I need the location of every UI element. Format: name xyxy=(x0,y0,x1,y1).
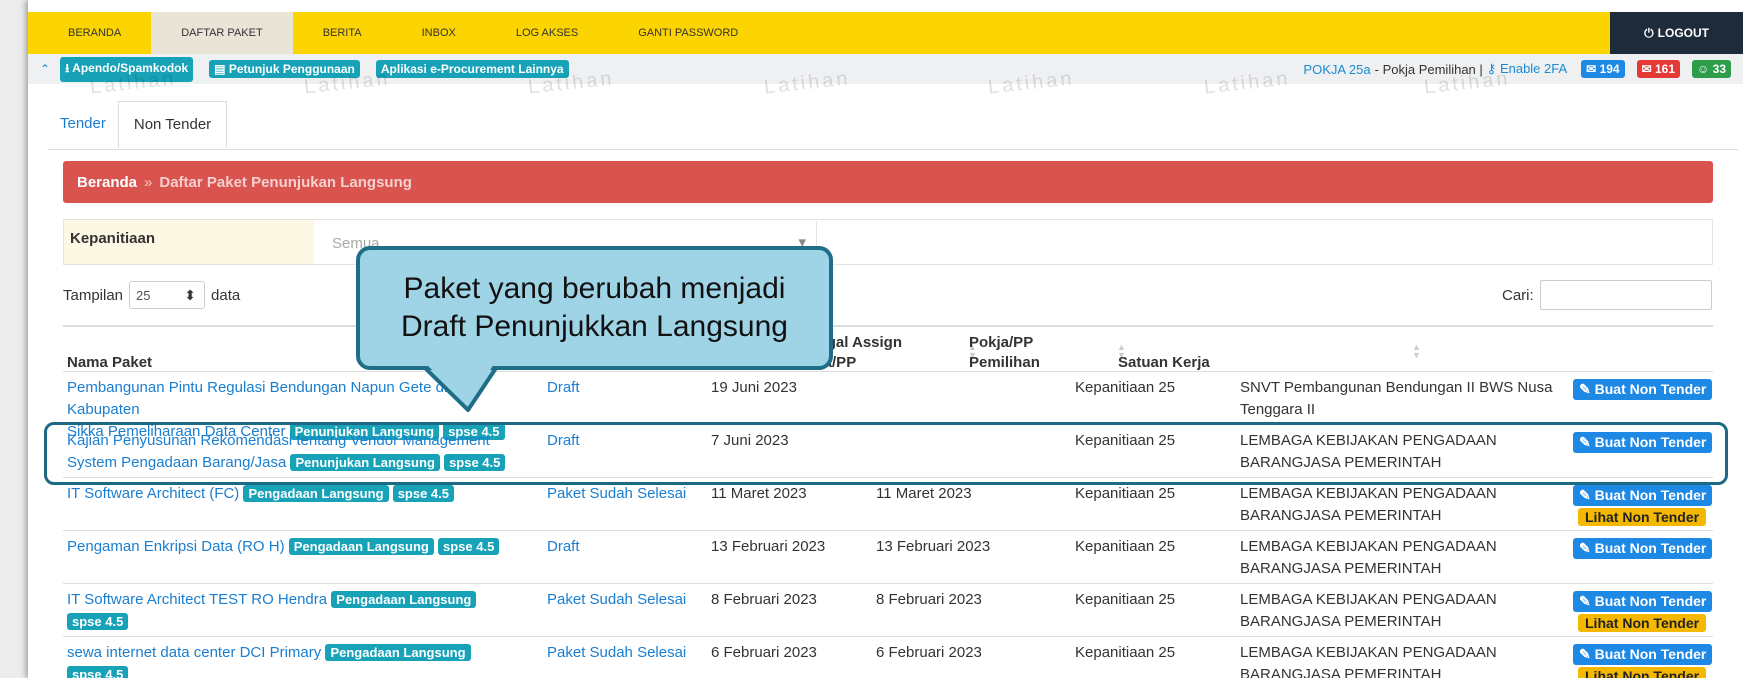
package-link[interactable]: IT Software Architect (FC) xyxy=(67,485,239,502)
row-divider xyxy=(63,583,1713,584)
package-link[interactable]: sewa internet data center DCI Primary xyxy=(67,644,321,661)
table-row-nama-paket: sewa internet data center DCI Primary Pe… xyxy=(67,642,507,678)
status-link[interactable]: Draft xyxy=(547,536,580,558)
tab-tender[interactable]: Tender xyxy=(48,101,118,148)
version-tag: spse 4.5 xyxy=(392,485,455,502)
satuan-kerja-cell: SNVT Pembangunan Bendungan II BWS Nusa Te… xyxy=(1240,379,1553,418)
pokja-link[interactable]: POKJA 25a xyxy=(1303,62,1370,77)
status-link[interactable]: Paket Sudah Selesai xyxy=(547,642,686,664)
search-label: Cari: xyxy=(1502,286,1534,304)
collapse-chevron-icon[interactable]: ⌃ xyxy=(40,62,50,76)
header-pokja[interactable]: Pokja/PP Pemilihan xyxy=(969,333,1059,373)
sort-icon[interactable]: ▲ ▼ xyxy=(1412,343,1421,360)
version-tag: spse 4.5 xyxy=(438,538,500,555)
mail-count-badge[interactable]: ✉ 194 xyxy=(1581,60,1625,78)
lihat-non-tender-button[interactable]: Lihat Non Tender xyxy=(1578,508,1707,526)
row-divider xyxy=(63,530,1713,531)
nav-ganti-password[interactable]: GANTI PASSWORD xyxy=(608,12,768,54)
package-link[interactable]: IT Software Architect TEST RO Hendra xyxy=(67,591,327,608)
table-row-nama-paket: Pengaman Enkripsi Data (RO H) Pengadaan … xyxy=(67,536,507,558)
left-margin xyxy=(0,0,28,678)
satuan-kerja-cell: LEMBAGA KEBIJAKAN PENGADAAN BARANGJASA PE… xyxy=(1240,538,1497,577)
inbox-count-badge[interactable]: ✉ 161 xyxy=(1636,60,1681,78)
tanggal-cell: 19 Juni 2023 xyxy=(711,379,797,396)
status-link[interactable]: Paket Sudah Selesai xyxy=(547,483,686,505)
nav-log-akses[interactable]: LOG AKSES xyxy=(486,12,608,54)
user-icon: ☺ xyxy=(1697,62,1710,76)
pokja-cell: Kepanitiaan 25 xyxy=(1075,644,1176,661)
breadcrumb-current: Daftar Paket Penunjukan Langsung xyxy=(159,173,412,191)
nav-inbox[interactable]: INBOX xyxy=(392,12,486,54)
tanggal-cell: 13 Februari 2023 xyxy=(711,538,826,555)
power-icon: ⏻ xyxy=(1644,25,1654,40)
package-link[interactable]: Pembangunan Pintu Regulasi Bendungan Nap… xyxy=(67,379,447,418)
browser-page: BERANDA DAFTAR PAKET BERITA INBOX LOG AK… xyxy=(28,0,1743,678)
method-tag: Pengadaan Langsung xyxy=(331,591,477,608)
tanggal-assign-cell: 11 Maret 2023 xyxy=(876,485,972,502)
table-row-nama-paket: IT Software Architect TEST RO Hendra Pen… xyxy=(67,589,507,633)
envelope-icon: ✉ xyxy=(1641,62,1652,76)
pokja-cell: Kepanitiaan 25 xyxy=(1075,591,1176,608)
buat-non-tender-button[interactable]: ✎ Buat Non Tender xyxy=(1573,591,1713,612)
nav-daftar-paket[interactable]: DAFTAR PAKET xyxy=(151,12,293,54)
mail-icon: ✉ xyxy=(1586,62,1597,76)
tab-bar: Tender Non Tender xyxy=(48,101,228,148)
highlight-box xyxy=(44,422,1728,485)
search: Cari: xyxy=(1502,280,1712,310)
method-tag: Pengadaan Langsung xyxy=(243,485,389,502)
status-link[interactable]: Paket Sudah Selesai xyxy=(547,589,686,611)
row-divider xyxy=(63,371,1713,372)
version-tag: spse 4.5 xyxy=(67,666,129,678)
table-row-nama-paket: IT Software Architect (FC) Pengadaan Lan… xyxy=(67,483,507,505)
header-nama-paket[interactable]: Nama Paket xyxy=(67,353,152,373)
tanggal-cell: 8 Februari 2023 xyxy=(711,591,817,608)
buat-non-tender-button[interactable]: ✎ Buat Non Tender xyxy=(1573,485,1713,506)
breadcrumb: Beranda » Daftar Paket Penunjukan Langsu… xyxy=(63,161,1713,203)
pokja-cell: Kepanitiaan 25 xyxy=(1075,538,1176,555)
callout-bubble: Paket yang berubah menjadi Draft Penunju… xyxy=(356,246,833,370)
satuan-kerja-cell: LEMBAGA KEBIJAKAN PENGADAAN BARANGJASA PE… xyxy=(1240,644,1497,678)
tanggal-assign-cell: 8 Februari 2023 xyxy=(876,591,982,608)
package-link[interactable]: Pengaman Enkripsi Data (RO H) xyxy=(67,538,285,555)
tanggal-cell: 11 Maret 2023 xyxy=(711,485,807,502)
lihat-non-tender-button[interactable]: Lihat Non Tender xyxy=(1578,614,1707,632)
satuan-kerja-cell: LEMBAGA KEBIJAKAN PENGADAAN BARANGJASA PE… xyxy=(1240,485,1497,524)
satuan-kerja-cell: LEMBAGA KEBIJAKAN PENGADAAN BARANGJASA PE… xyxy=(1240,591,1497,630)
tanggal-assign-cell: 13 Februari 2023 xyxy=(876,538,991,555)
page-length-select[interactable]: 25 xyxy=(129,281,206,309)
method-tag: Pengadaan Langsung xyxy=(288,538,434,555)
top-navbar: BERANDA DAFTAR PAKET BERITA INBOX LOG AK… xyxy=(28,12,1743,54)
tanggal-assign-cell: 6 Februari 2023 xyxy=(876,644,982,661)
buat-non-tender-button[interactable]: ✎ Buat Non Tender xyxy=(1573,644,1713,665)
method-tag: Pengadaan Langsung xyxy=(325,644,471,661)
row-divider xyxy=(63,636,1713,637)
filter-label: Kepanitiaan xyxy=(64,220,314,264)
breadcrumb-home[interactable]: Beranda xyxy=(77,174,137,191)
version-tag: spse 4.5 xyxy=(67,613,129,630)
header-satuan-kerja[interactable]: Satuan Kerja xyxy=(1118,353,1210,373)
pokja-cell: Kepanitiaan 25 xyxy=(1075,485,1176,502)
user-count-badge[interactable]: ☺ 33 xyxy=(1692,60,1731,78)
filter-panel: Kepanitiaan Semua xyxy=(63,219,1713,265)
logout-button[interactable]: ⏻ LOGOUT xyxy=(1610,12,1743,54)
lihat-non-tender-button[interactable]: Lihat Non Tender xyxy=(1578,667,1707,678)
buat-non-tender-button[interactable]: ✎ Buat Non Tender xyxy=(1573,538,1713,559)
nav-berita[interactable]: BERITA xyxy=(293,12,392,54)
tanggal-cell: 6 Februari 2023 xyxy=(711,644,817,661)
tab-non-tender[interactable]: Non Tender xyxy=(117,101,228,148)
buat-non-tender-button[interactable]: ✎ Buat Non Tender xyxy=(1573,379,1713,400)
pokja-cell: Kepanitiaan 25 xyxy=(1075,379,1176,396)
status-link[interactable]: Draft xyxy=(547,377,580,399)
page-length: Tampilan 25 data xyxy=(63,281,240,309)
search-input[interactable] xyxy=(1539,280,1712,310)
nav-beranda[interactable]: BERANDA xyxy=(28,12,151,54)
